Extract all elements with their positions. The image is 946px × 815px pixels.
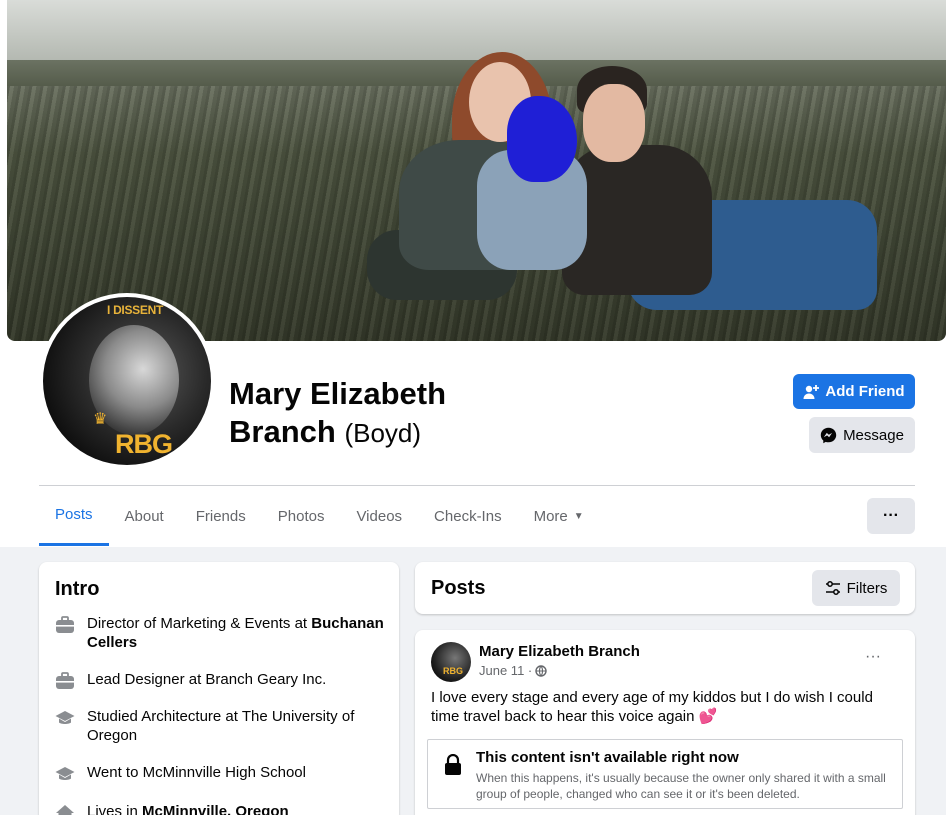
profile-alternate-name: (Boyd) bbox=[344, 418, 422, 448]
intro-item-work: Lead Designer at Branch Geary Inc. bbox=[55, 670, 385, 691]
graduation-cap-icon bbox=[55, 764, 75, 784]
intro-item-education: Studied Architecture at The University o… bbox=[55, 707, 385, 745]
intro-item-label: Lead Designer at Branch Geary Inc. bbox=[87, 671, 327, 688]
intro-item-text: Director of Marketing & Events at Buchan… bbox=[87, 614, 385, 652]
post-text: I love every stage and every age of my k… bbox=[431, 688, 901, 726]
intro-item-label: Lives in bbox=[87, 803, 143, 815]
post-options-button[interactable]: ··· bbox=[865, 648, 881, 666]
filters-icon bbox=[825, 581, 840, 595]
profile-name-line1: Mary Elizabeth bbox=[229, 376, 447, 411]
post-author-name[interactable]: Mary Elizabeth Branch bbox=[479, 643, 640, 660]
tab-friends[interactable]: Friends bbox=[180, 486, 262, 546]
messenger-icon bbox=[820, 427, 837, 443]
intro-item-label: Studied Architecture at The University o… bbox=[87, 708, 355, 744]
more-options-button[interactable]: ··· bbox=[867, 498, 915, 534]
message-label: Message bbox=[843, 426, 904, 444]
tab-label: Posts bbox=[55, 506, 93, 523]
intro-card: Intro Director of Marketing & Events at … bbox=[39, 562, 399, 815]
intro-item-link[interactable]: McMinnville, Oregon bbox=[142, 803, 289, 815]
filters-label: Filters bbox=[846, 579, 888, 597]
avatar-text-bottom: RBG bbox=[115, 429, 173, 459]
tab-about[interactable]: About bbox=[109, 486, 180, 546]
post-author-avatar[interactable]: RBG bbox=[431, 642, 471, 682]
posts-header-card: Posts Filters bbox=[415, 562, 915, 614]
tab-videos[interactable]: Videos bbox=[340, 486, 418, 546]
cover-redaction-scribble bbox=[507, 96, 577, 182]
briefcase-icon bbox=[55, 671, 75, 691]
intro-item-text: Lives in McMinnville, Oregon bbox=[87, 802, 289, 815]
home-icon bbox=[55, 803, 75, 815]
more-dots-icon: ··· bbox=[883, 507, 899, 524]
tab-photos[interactable]: Photos bbox=[262, 486, 341, 546]
intro-item-location: Lives in McMinnville, Oregon bbox=[55, 802, 385, 815]
cover-figure bbox=[583, 84, 645, 162]
globe-icon[interactable] bbox=[535, 664, 547, 677]
post-date[interactable]: June 11 · bbox=[479, 663, 532, 678]
caret-down-icon: ▼ bbox=[573, 510, 584, 522]
tab-label: Photos bbox=[277, 507, 325, 525]
avatar-text-top: I DISSENT bbox=[107, 303, 163, 317]
profile-picture[interactable]: I DISSENT ♛ RBG bbox=[43, 297, 211, 465]
add-friend-button[interactable]: Add Friend bbox=[793, 374, 915, 409]
tab-label: Videos bbox=[356, 507, 403, 525]
message-button[interactable]: Message bbox=[809, 417, 915, 453]
tab-posts[interactable]: Posts bbox=[39, 486, 109, 546]
more-dots-icon: ··· bbox=[865, 648, 881, 665]
graduation-cap-icon bbox=[55, 708, 75, 728]
posts-title: Posts bbox=[431, 577, 486, 599]
profile-name-surname: Branch bbox=[229, 414, 336, 449]
post-avatar-text: RBG bbox=[443, 666, 463, 676]
unavailable-body: When this happens, it's usually because … bbox=[476, 771, 886, 801]
post-meta: June 11 · bbox=[479, 663, 547, 678]
add-friend-label: Add Friend bbox=[825, 383, 905, 400]
intro-title: Intro bbox=[55, 578, 100, 600]
tab-label: About bbox=[124, 507, 164, 525]
add-friend-icon bbox=[803, 384, 820, 399]
tab-label: Friends bbox=[195, 507, 246, 525]
profile-header: I DISSENT ♛ RBG Mary Elizabeth Branch (B… bbox=[0, 0, 946, 547]
intro-item-label: Director of Marketing & Events at bbox=[87, 615, 312, 632]
unavailable-title: This content isn't available right now bbox=[476, 749, 739, 766]
tab-more[interactable]: More ▼ bbox=[518, 486, 600, 546]
intro-item-education: Went to McMinnville High School bbox=[55, 763, 385, 784]
post-card: RBG Mary Elizabeth Branch June 11 · ··· … bbox=[415, 630, 915, 815]
tab-label: More bbox=[533, 507, 568, 525]
profile-name-line2: Branch (Boyd) bbox=[229, 414, 421, 451]
intro-item-label: Went to McMinnville High School bbox=[87, 764, 306, 781]
tab-label: Check-Ins bbox=[434, 507, 502, 525]
briefcase-icon bbox=[55, 615, 75, 635]
lock-icon bbox=[445, 754, 461, 775]
unavailable-content-notice: This content isn't available right now W… bbox=[427, 739, 903, 809]
two-hearts-emoji: 💕 bbox=[698, 708, 718, 725]
tab-check-ins[interactable]: Check-Ins bbox=[418, 486, 518, 546]
cover-photo[interactable] bbox=[7, 0, 946, 341]
profile-tabs: Posts About Friends Photos Videos Check-… bbox=[39, 486, 600, 546]
intro-item-work: Director of Marketing & Events at Buchan… bbox=[55, 614, 385, 652]
post-body: I love every stage and every age of my k… bbox=[431, 689, 873, 725]
filters-button[interactable]: Filters bbox=[812, 570, 900, 606]
crown-icon: ♛ bbox=[93, 411, 108, 428]
